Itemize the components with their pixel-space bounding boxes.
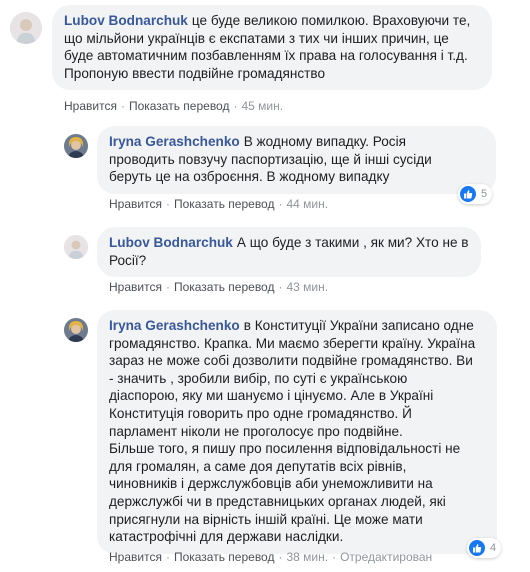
avatar[interactable] <box>64 318 88 342</box>
separator-dot: · <box>120 99 125 113</box>
translate-link[interactable]: Показать перевод <box>129 99 230 113</box>
comment-actions: Нравится · Показать перевод · 38 мин. · Отреда… <box>109 549 432 565</box>
like-link[interactable]: Нравится <box>109 280 162 294</box>
comment-text-line: Конституція говорить про одне громадянст… <box>109 405 412 421</box>
comment-text-line: присягнули на вірність іншій країні. Це … <box>109 511 423 527</box>
comment-actions: Нравится · Показать перевод · 45 мин. <box>64 98 283 114</box>
comment-bubble: Iryna Gerashchenko в Конституції України … <box>97 310 497 554</box>
reaction-count: 4 <box>490 542 497 554</box>
comment-author[interactable]: Lubov Bodnarchuk <box>109 235 233 250</box>
comment-bubble: Lubov Bodnarchuk це буде великою помилкою… <box>52 5 492 91</box>
comment-text-line: Пропоную ввести подвійне громадянство <box>64 65 326 81</box>
user-photo-icon <box>10 12 42 44</box>
comment-text-line: катастрофічні для держави наслідки. <box>109 529 344 545</box>
translate-link[interactable]: Показать перевод <box>174 197 275 211</box>
avatar[interactable] <box>10 12 42 44</box>
edited-label[interactable]: Отредактирован <box>340 550 432 564</box>
translate-link[interactable]: Показать перевод <box>174 280 275 294</box>
thumbs-up-icon <box>469 540 485 556</box>
comment-bubble: Iryna Gerashchenko В жодному випадку. Рос… <box>97 126 496 194</box>
comment-text-line: буде автоматичним позбавленням їх права … <box>64 48 468 64</box>
comment-text-line: держслужбі чи в представницьких органах … <box>109 493 446 509</box>
reply-comment-1: Iryna Gerashchenko В жодному випадку. Рос… <box>0 120 530 220</box>
comment-text-line: Більше того, я пишу про посилення відпов… <box>109 441 461 457</box>
comment-author[interactable]: Iryna Gerashchenko <box>109 318 240 333</box>
comment-text-line: парламент ніколи не проголосує про подві… <box>109 423 403 439</box>
user-photo-icon <box>64 134 88 158</box>
separator-dot: · <box>165 280 170 294</box>
timestamp[interactable]: 43 мин. <box>286 280 328 294</box>
comment-text-line: беруть це на озброєння. В жодному випадк… <box>109 169 390 185</box>
reaction-count: 5 <box>481 188 488 200</box>
reply-comment-3: Iryna Gerashchenko в Конституції України … <box>0 302 530 572</box>
separator-dot: · <box>165 550 170 564</box>
comment-text-line: зараз не може собі дозволити подвійне гр… <box>109 353 473 369</box>
comment-text-line: А що буде з такими , як ми? Хто не в <box>236 235 469 250</box>
comment-1: Lubov Bodnarchuk це буде великою помилкою… <box>0 0 530 120</box>
comment-text-line: що мільйони українців є експатами з тих … <box>64 30 449 46</box>
separator-dot: · <box>278 197 283 211</box>
comment-text-line: Росії? <box>109 252 147 268</box>
user-photo-icon <box>64 235 88 259</box>
comment-bubble: Lubov Bodnarchuk А що буде з такими , як … <box>97 227 481 278</box>
comment-text-line: в Конституції України записано одне <box>243 318 474 333</box>
user-photo-icon <box>64 318 88 342</box>
comment-text-line: проводить повзучу паспортизацію, ще й ін… <box>109 151 432 167</box>
comment-text-line: це буде великою помилкою. Враховуючи те, <box>191 13 471 28</box>
comment-text-line: В жодному випадку. Росія <box>243 134 406 149</box>
reply-comment-2: Lubov Bodnarchuk А що буде з такими , як … <box>0 220 530 302</box>
reactions-badge[interactable]: 4 <box>467 538 502 558</box>
separator-dot: · <box>233 99 238 113</box>
separator-dot: · <box>278 280 283 294</box>
comment-author[interactable]: Iryna Gerashchenko <box>109 134 240 149</box>
separator-dot: · <box>278 550 283 564</box>
like-link[interactable]: Нравится <box>109 197 162 211</box>
comment-text-line: діаспорою, яку ми шануємо і цінуємо. Але… <box>109 388 434 404</box>
comment-author[interactable]: Lubov Bodnarchuk <box>64 13 188 28</box>
comment-text-line: чиновників і держслужбовців аби унеможли… <box>109 476 433 492</box>
separator-dot: · <box>332 550 337 564</box>
comment-actions: Нравится · Показать перевод · 43 мин. <box>109 279 328 295</box>
comment-text-line: для громалян, а саме доя депутатів всіх … <box>109 458 407 474</box>
timestamp[interactable]: 45 мин. <box>241 99 283 113</box>
timestamp[interactable]: 44 мин. <box>286 197 328 211</box>
comment-actions: Нравится · Показать перевод · 44 мин. <box>109 196 328 212</box>
avatar[interactable] <box>64 235 88 259</box>
comment-text-line: громадянство. Крапка. Ми маємо зберегти … <box>109 335 476 351</box>
comment-text-line: - значить , зробили вибір, по суті є укр… <box>109 370 408 386</box>
separator-dot: · <box>165 197 170 211</box>
translate-link[interactable]: Показать перевод <box>174 550 275 564</box>
like-link[interactable]: Нравится <box>109 550 162 564</box>
like-link[interactable]: Нравится <box>64 99 117 113</box>
avatar[interactable] <box>64 134 88 158</box>
reactions-badge[interactable]: 5 <box>458 184 493 204</box>
thumbs-up-icon <box>460 186 476 202</box>
timestamp[interactable]: 38 мин. <box>286 550 328 564</box>
